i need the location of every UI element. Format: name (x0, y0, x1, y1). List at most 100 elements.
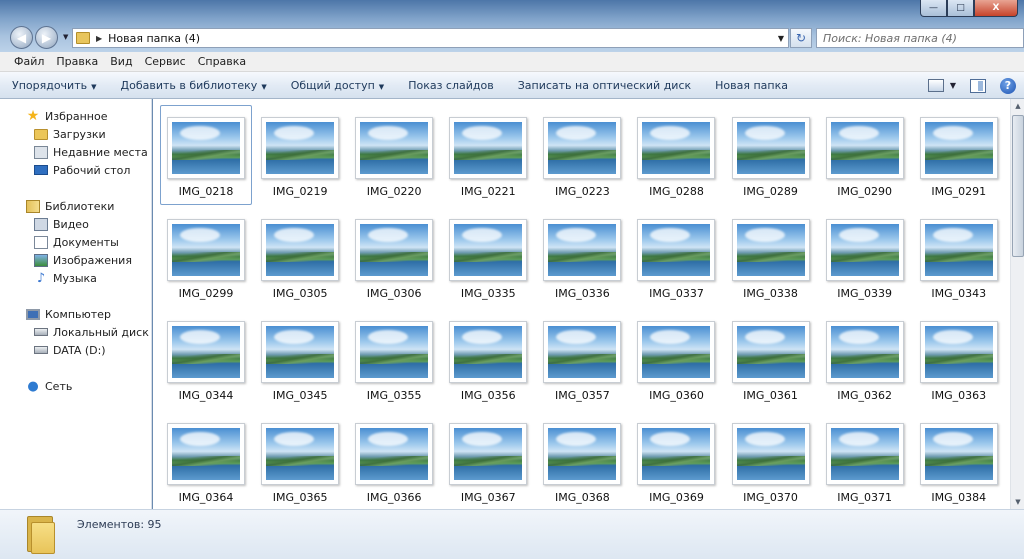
file-item[interactable]: IMG_0336 (536, 207, 628, 307)
file-item[interactable]: IMG_0368 (536, 411, 628, 509)
file-item[interactable]: IMG_0369 (630, 411, 722, 509)
downloads-folder-icon (34, 128, 48, 140)
file-name: IMG_0306 (366, 287, 422, 300)
address-bar[interactable]: ▶ Новая папка (4) ▼ (72, 28, 789, 48)
nav-item-recent-places[interactable]: Недавние места (0, 143, 151, 161)
maximize-button[interactable]: □ (947, 0, 974, 17)
slideshow-button[interactable]: Показ слайдов (396, 79, 506, 92)
menu-file[interactable]: Файл (14, 55, 44, 68)
back-button[interactable]: ◀ (10, 26, 33, 49)
breadcrumb-chevron-icon[interactable]: ▶ (96, 34, 102, 43)
share-with-button[interactable]: Общий доступ ▼ (279, 79, 396, 92)
file-item[interactable]: IMG_0345 (254, 309, 346, 409)
file-item[interactable]: IMG_0218 (160, 105, 252, 205)
file-item[interactable]: IMG_0355 (348, 309, 440, 409)
nav-network[interactable]: ● Сеть (0, 377, 151, 395)
minimize-button[interactable]: — (920, 0, 947, 17)
image-thumbnail (261, 423, 340, 485)
file-item[interactable]: IMG_0299 (160, 207, 252, 307)
nav-item-downloads[interactable]: Загрузки (0, 125, 151, 143)
nav-libraries[interactable]: Библиотеки (0, 197, 151, 215)
file-item[interactable]: IMG_0362 (819, 309, 911, 409)
scroll-up-icon[interactable]: ▲ (1011, 99, 1024, 113)
refresh-icon: ↻ (795, 31, 807, 45)
file-item[interactable]: IMG_0363 (913, 309, 1005, 409)
file-item[interactable]: IMG_0219 (254, 105, 346, 205)
file-item[interactable]: IMG_0357 (536, 309, 628, 409)
refresh-button[interactable]: ↻ (790, 28, 812, 48)
local-disk-icon (34, 328, 48, 336)
file-item[interactable]: IMG_0344 (160, 309, 252, 409)
nav-item-desktop[interactable]: Рабочий стол (0, 161, 151, 179)
search-input[interactable]: Поиск: Новая папка (4) (816, 28, 1024, 48)
file-item[interactable]: IMG_0291 (913, 105, 1005, 205)
menu-edit[interactable]: Правка (56, 55, 98, 68)
file-view: IMG_0218 IMG_0219 IMG_0220 IMG_0221 IMG_0223… (153, 99, 1010, 509)
nav-item-local-disk[interactable]: Локальный диск (C (0, 323, 151, 341)
file-item[interactable]: IMG_0367 (442, 411, 534, 509)
file-item[interactable]: IMG_0384 (913, 411, 1005, 509)
file-name: IMG_0355 (366, 389, 422, 402)
file-item[interactable]: IMG_0370 (725, 411, 817, 509)
file-item[interactable]: IMG_0335 (442, 207, 534, 307)
file-item[interactable]: IMG_0221 (442, 105, 534, 205)
window-controls: — □ X (920, 0, 1018, 17)
landscape-image-icon (736, 122, 805, 174)
file-name: IMG_0384 (931, 491, 987, 504)
view-options-dropdown[interactable]: ▼ (950, 81, 956, 90)
file-item[interactable]: IMG_0306 (348, 207, 440, 307)
new-folder-button[interactable]: Новая папка (703, 79, 800, 92)
chevron-down-icon: ▼ (378, 82, 385, 91)
image-thumbnail (261, 117, 340, 179)
file-item[interactable]: IMG_0360 (630, 309, 722, 409)
menu-tools[interactable]: Сервис (145, 55, 186, 68)
nav-item-pictures[interactable]: Изображения (0, 251, 151, 269)
command-bar: Упорядочить ▼ Добавить в библиотеку ▼ Общи… (0, 72, 1024, 99)
nav-favorites-label: Избранное (45, 109, 108, 123)
image-thumbnail (543, 219, 622, 281)
file-item[interactable]: IMG_0366 (348, 411, 440, 509)
share-with-label: Общий доступ (290, 78, 375, 92)
file-item[interactable]: IMG_0305 (254, 207, 346, 307)
close-button[interactable]: X (974, 0, 1018, 17)
scrollbar-thumb[interactable] (1012, 115, 1024, 257)
vertical-scrollbar[interactable]: ▲ ▼ (1010, 99, 1024, 509)
nav-item-video[interactable]: Видео (0, 215, 151, 233)
menu-help[interactable]: Справка (198, 55, 246, 68)
preview-pane-icon[interactable] (970, 78, 986, 93)
file-item[interactable]: IMG_0343 (913, 207, 1005, 307)
address-dropdown-icon[interactable]: ▼ (774, 34, 788, 43)
nav-computer[interactable]: Компьютер (0, 305, 151, 323)
change-view-icon[interactable] (927, 79, 944, 92)
nav-favorites[interactable]: ★ Избранное (0, 107, 151, 125)
nav-item-music[interactable]: ♪ Музыка (0, 269, 151, 287)
file-item[interactable]: IMG_0338 (725, 207, 817, 307)
organize-button[interactable]: Упорядочить ▼ (0, 79, 109, 92)
burn-button[interactable]: Записать на оптический диск (506, 79, 703, 92)
recent-pages-dropdown[interactable]: ▼ (63, 33, 68, 41)
file-item[interactable]: IMG_0339 (819, 207, 911, 307)
nav-item-documents[interactable]: Документы (0, 233, 151, 251)
file-item[interactable]: IMG_0290 (819, 105, 911, 205)
nav-item-label: Локальный диск (C (53, 325, 151, 339)
file-item[interactable]: IMG_0288 (630, 105, 722, 205)
file-item[interactable]: IMG_0220 (348, 105, 440, 205)
menu-view[interactable]: Вид (110, 55, 132, 68)
file-item[interactable]: IMG_0365 (254, 411, 346, 509)
file-item[interactable]: IMG_0223 (536, 105, 628, 205)
forward-button[interactable]: ▶ (35, 26, 58, 49)
file-item[interactable]: IMG_0356 (442, 309, 534, 409)
file-item[interactable]: IMG_0361 (725, 309, 817, 409)
scroll-down-icon[interactable]: ▼ (1011, 495, 1024, 509)
file-item[interactable]: IMG_0289 (725, 105, 817, 205)
file-item[interactable]: IMG_0337 (630, 207, 722, 307)
help-icon[interactable]: ? (1000, 77, 1016, 94)
include-in-library-button[interactable]: Добавить в библиотеку ▼ (109, 79, 279, 92)
address-path[interactable]: Новая папка (4) (108, 32, 774, 45)
image-thumbnail (167, 117, 245, 179)
file-item[interactable]: IMG_0371 (819, 411, 911, 509)
nav-item-data-drive[interactable]: DATA (D:) (0, 341, 151, 359)
file-name: IMG_0364 (178, 491, 234, 504)
nav-group-computer: Компьютер Локальный диск (C DATA (D:) (0, 305, 151, 359)
file-item[interactable]: IMG_0364 (160, 411, 252, 509)
